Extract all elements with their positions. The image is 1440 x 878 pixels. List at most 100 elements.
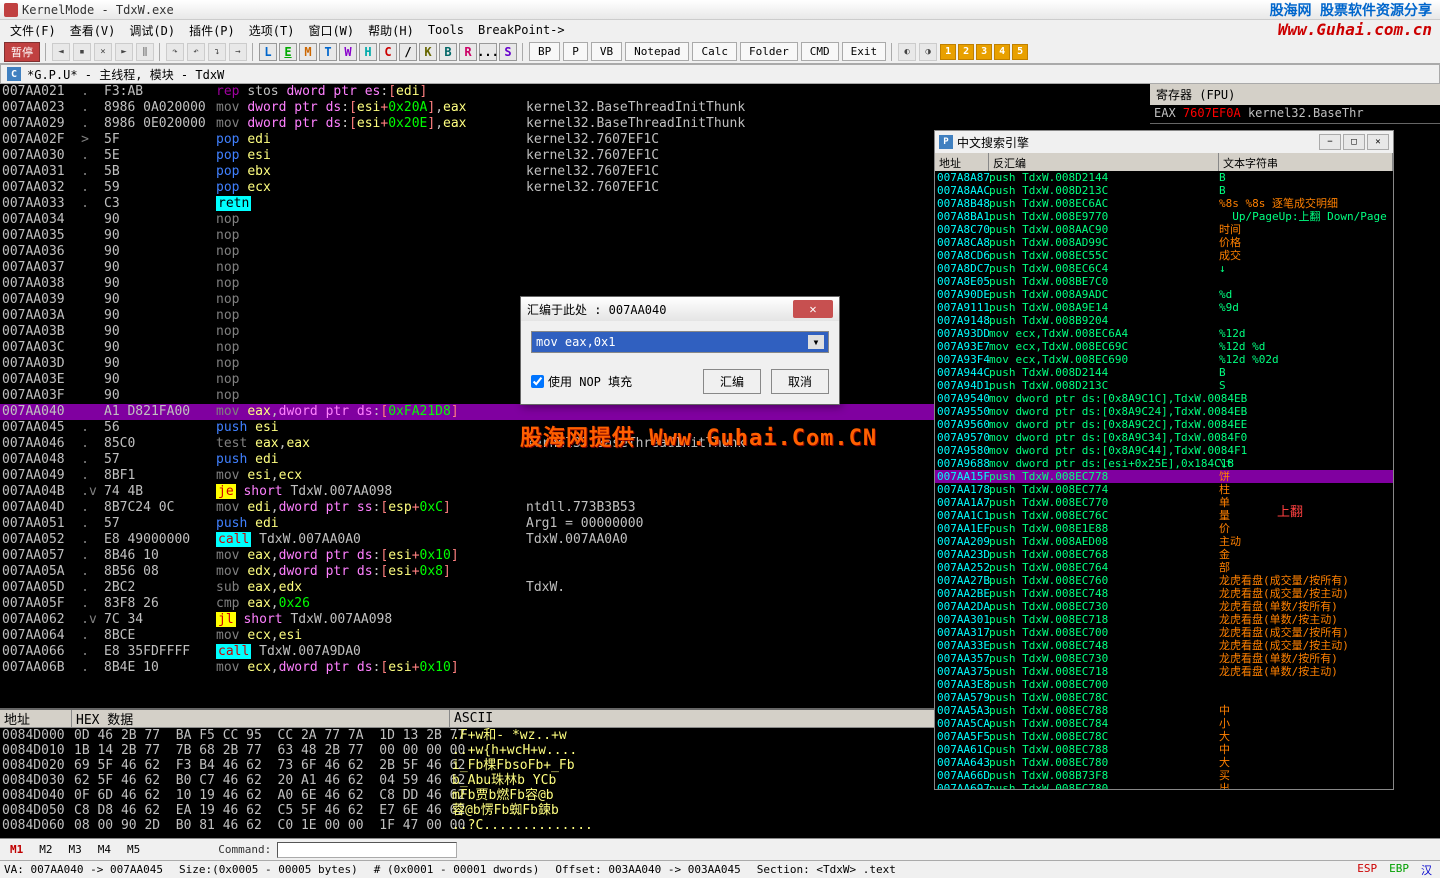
- number-button[interactable]: 2: [958, 44, 974, 60]
- menu-item[interactable]: 插件(P): [183, 20, 241, 41]
- search-row[interactable]: 007A93F4mov ecx,TdxW.008EC690%12d %02d: [935, 353, 1393, 366]
- letter-button[interactable]: M: [299, 43, 317, 61]
- tab[interactable]: M2: [33, 841, 58, 858]
- search-row[interactable]: 007A8AACpush TdxW.008D213CB: [935, 184, 1393, 197]
- search-row[interactable]: 007A93E7mov ecx,TdxW.008EC69C%12d %d: [935, 340, 1393, 353]
- disasm-row[interactable]: 007AA021. F3:ABrep stos dword ptr es:[ed…: [0, 84, 1150, 100]
- number-button[interactable]: 4: [994, 44, 1010, 60]
- search-row[interactable]: 007AA5CApush TdxW.008EC784小: [935, 717, 1393, 730]
- search-row[interactable]: 007AA15Fpush TdxW.008EC778饼: [935, 470, 1393, 483]
- letter-button[interactable]: ...: [479, 43, 497, 61]
- tool-btn[interactable]: ↷: [166, 43, 184, 61]
- search-row[interactable]: 007A9111push TdxW.008A9E14%9d: [935, 301, 1393, 314]
- search-row[interactable]: 007AA1A7push TdxW.008EC770单: [935, 496, 1393, 509]
- search-row[interactable]: 007AA209push TdxW.008AED08主动: [935, 535, 1393, 548]
- letter-button[interactable]: W: [339, 43, 357, 61]
- search-row[interactable]: 007AA3E8push TdxW.008EC700: [935, 678, 1393, 691]
- toolbar-text-button[interactable]: VB: [591, 42, 622, 61]
- menu-item[interactable]: 查看(V): [64, 20, 122, 41]
- toolbar-text-button[interactable]: Notepad: [625, 42, 689, 61]
- nop-fill-checkbox[interactable]: 使用 NOP 填充: [531, 373, 632, 390]
- minimize-icon[interactable]: −: [1319, 134, 1341, 150]
- toolbar-text-button[interactable]: Exit: [842, 42, 887, 61]
- search-row[interactable]: 007A94D1push TdxW.008D213CS: [935, 379, 1393, 392]
- letter-button[interactable]: /: [399, 43, 417, 61]
- menu-item[interactable]: 文件(F): [4, 20, 62, 41]
- search-results[interactable]: 007A8A87push TdxW.008D2144B007A8AACpush …: [935, 171, 1393, 789]
- menu-item[interactable]: BreakPoint->: [472, 21, 571, 39]
- tool-btn[interactable]: ×: [94, 43, 112, 61]
- letter-button[interactable]: R: [459, 43, 477, 61]
- search-row[interactable]: 007AA2DApush TdxW.008EC730龙虎看盘(单数/按所有): [935, 600, 1393, 613]
- search-row[interactable]: 007AA252push TdxW.008EC764部: [935, 561, 1393, 574]
- search-row[interactable]: 007AA23Dpush TdxW.008EC768金: [935, 548, 1393, 561]
- search-row[interactable]: 007AA301push TdxW.008EC718龙虎看盘(单数/按主动): [935, 613, 1393, 626]
- letter-button[interactable]: S: [499, 43, 517, 61]
- tab[interactable]: M3: [63, 841, 88, 858]
- letter-button[interactable]: C: [379, 43, 397, 61]
- tool-btn[interactable]: ↶: [187, 43, 205, 61]
- pause-button[interactable]: 暂停: [4, 42, 40, 62]
- hex-row[interactable]: 0084D0400F 6D 46 62 10 19 46 62 A0 6E 46…: [0, 788, 1150, 803]
- search-row[interactable]: 007A944Cpush TdxW.008D2144B: [935, 366, 1393, 379]
- number-button[interactable]: 1: [940, 44, 956, 60]
- letter-button[interactable]: T: [319, 43, 337, 61]
- number-button[interactable]: 3: [976, 44, 992, 60]
- maximize-icon[interactable]: □: [1343, 134, 1365, 150]
- tool-btn[interactable]: ◑: [919, 43, 937, 61]
- toolbar-text-button[interactable]: Folder: [740, 42, 798, 61]
- command-input[interactable]: [277, 842, 457, 858]
- tab[interactable]: M4: [92, 841, 117, 858]
- toolbar-text-button[interactable]: BP: [529, 42, 560, 61]
- search-row[interactable]: 007AA2BEpush TdxW.008EC748龙虎看盘(成交量/按主动): [935, 587, 1393, 600]
- search-row[interactable]: 007AA5A3push TdxW.008EC788中: [935, 704, 1393, 717]
- search-row[interactable]: 007AA643push TdxW.008EC780大: [935, 756, 1393, 769]
- search-row[interactable]: 007A9550mov dword ptr ds:[0x8A9C24],TdxW…: [935, 405, 1393, 418]
- letter-button[interactable]: L: [259, 43, 277, 61]
- tool-btn[interactable]: ►: [115, 43, 133, 61]
- chevron-down-icon[interactable]: ▾: [808, 335, 824, 349]
- search-row[interactable]: 007A9688mov dword ptr ds:[esi+0x25E],0x1…: [935, 457, 1393, 470]
- menu-item[interactable]: 选项(T): [243, 20, 301, 41]
- tool-btn[interactable]: →: [229, 43, 247, 61]
- tool-btn[interactable]: ◄: [52, 43, 70, 61]
- search-row[interactable]: 007A8DC7push TdxW.008EC6C4↓: [935, 262, 1393, 275]
- menu-item[interactable]: Tools: [422, 21, 470, 39]
- assemble-button[interactable]: 汇编: [703, 369, 761, 394]
- tool-btn[interactable]: ◐: [898, 43, 916, 61]
- search-row[interactable]: 007AA1EFpush TdxW.008E1E88价: [935, 522, 1393, 535]
- cancel-button[interactable]: 取消: [771, 369, 829, 394]
- search-row[interactable]: 007A9580mov dword ptr ds:[0x8A9C44],TdxW…: [935, 444, 1393, 457]
- tool-btn[interactable]: ↴: [208, 43, 226, 61]
- disasm-row[interactable]: 007AA023. 8986 0A020000mov dword ptr ds:…: [0, 100, 1150, 116]
- menu-item[interactable]: 帮助(H): [362, 20, 420, 41]
- letter-button[interactable]: H: [359, 43, 377, 61]
- search-row[interactable]: 007A90DEpush TdxW.008A9ADC%d: [935, 288, 1393, 301]
- search-row[interactable]: 007A8C70push TdxW.008AAC90时间: [935, 223, 1393, 236]
- search-row[interactable]: 007A8BA1push TdxW.008E9770 Up/PageUp:上翻 …: [935, 210, 1393, 223]
- tool-btn[interactable]: ▪: [73, 43, 91, 61]
- search-row[interactable]: 007A8E05push TdxW.008BE7C0: [935, 275, 1393, 288]
- toolbar-text-button[interactable]: Calc: [692, 42, 737, 61]
- search-row[interactable]: 007AA33Epush TdxW.008EC748龙虎看盘(成交量/按主动): [935, 639, 1393, 652]
- search-row[interactable]: 007AA579push TdxW.008EC78C: [935, 691, 1393, 704]
- search-row[interactable]: 007A93DDmov ecx,TdxW.008EC6A4%12d: [935, 327, 1393, 340]
- assemble-input[interactable]: mov eax,0x1▾: [531, 331, 829, 353]
- search-row[interactable]: 007AA1C1push TdxW.008EC76C量: [935, 509, 1393, 522]
- menu-item[interactable]: 调试(D): [123, 20, 181, 41]
- dialog-title[interactable]: 汇编于此处 : 007AA040 ✕: [521, 297, 839, 321]
- tab[interactable]: M1: [4, 841, 29, 858]
- number-button[interactable]: 5: [1012, 44, 1028, 60]
- tab[interactable]: M5: [121, 841, 146, 858]
- search-row[interactable]: 007A9148push TdxW.008B9204: [935, 314, 1393, 327]
- search-row[interactable]: 007AA178push TdxW.008EC774柱: [935, 483, 1393, 496]
- close-icon[interactable]: ✕: [793, 300, 833, 318]
- search-row[interactable]: 007A8CA8push TdxW.008AD99C价格: [935, 236, 1393, 249]
- search-row[interactable]: 007A9540mov dword ptr ds:[0x8A9C1C],TdxW…: [935, 392, 1393, 405]
- search-row[interactable]: 007AA27Bpush TdxW.008EC760龙虎看盘(成交量/按所有): [935, 574, 1393, 587]
- tool-btn[interactable]: ‖: [136, 43, 154, 61]
- search-row[interactable]: 007AA61Cpush TdxW.008EC788中: [935, 743, 1393, 756]
- search-title[interactable]: P 中文搜索引擎 − □ ✕: [935, 131, 1393, 153]
- search-row[interactable]: 007A8B48push TdxW.008EC6AC%8s %8s 逐笔成交明细: [935, 197, 1393, 210]
- search-row[interactable]: 007AA5F5push TdxW.008EC78C大: [935, 730, 1393, 743]
